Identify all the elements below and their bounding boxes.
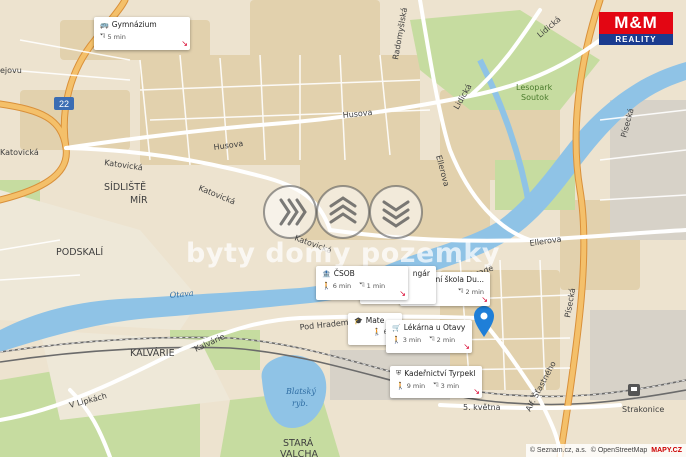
area-label: STARÁ: [283, 437, 314, 449]
arrow-icon: ↘: [481, 295, 488, 304]
car-icon: ⛠: [100, 32, 106, 40]
poi-card-gymnazium[interactable]: 🚌 Gymnázium ⛠ 5 min ↘: [94, 17, 190, 50]
watermark-text: byty domy pozemky: [186, 238, 500, 269]
logo-bottom-text: REALITY: [599, 34, 673, 45]
pond-label: Blatský: [285, 387, 316, 396]
pond-label: ryb.: [292, 399, 308, 408]
svg-text:22: 22: [59, 99, 69, 109]
car-icon: ⛠: [429, 335, 435, 343]
poi-walk-time: 6 min: [332, 281, 352, 290]
area-label: VALCHA: [280, 449, 318, 457]
arrow-icon: ↘: [399, 289, 406, 298]
area-label: MÍR: [130, 194, 148, 206]
poi-car-time: 3 min: [440, 381, 460, 390]
poi-name: Lékárna u Otavy: [403, 323, 466, 332]
park-label: Soutok: [521, 93, 549, 102]
bus-icon: 🚌: [100, 20, 109, 29]
area-label: Strakonice: [622, 405, 664, 414]
arrow-icon: ↘: [473, 387, 480, 396]
street-label: 5. května: [463, 403, 501, 412]
arrow-icon: ↘: [463, 342, 470, 351]
street-label: Katovická: [0, 148, 39, 157]
poi-card-lekarna[interactable]: 🛒 Lékárna u Otavy 🚶 3 min ⛠ 2 min ↘: [386, 320, 472, 353]
person-icon: ⛨: [396, 369, 402, 377]
poi-card-kadernictvi[interactable]: ⛨ Kadeřnictví Tyrpekl 🚶 9 min ⛠ 3 min ↘: [390, 366, 482, 398]
walk-icon: 🚶: [396, 381, 405, 390]
poi-card-csob[interactable]: 🏦 ČSOB 🚶 6 min ⛠ 1 min ↘: [316, 266, 408, 300]
bank-icon: 🏦: [322, 269, 331, 278]
logo-top-text: M&M: [599, 12, 673, 34]
park-label: Lesopark: [516, 83, 553, 92]
poi-name: Kadeřnictví Tyrpekl: [404, 369, 476, 378]
poi-name: Gymnázium: [111, 20, 157, 29]
attribution-osm[interactable]: © OpenStreetMap: [591, 444, 648, 457]
poi-car-time: 1 min: [366, 281, 386, 290]
street-label: ejovu: [0, 66, 22, 75]
walk-icon: 🚶: [392, 335, 401, 344]
poi-name: dní škola Du...: [430, 275, 484, 284]
poi-name: ČSOB: [333, 269, 355, 278]
school-icon: 🎓: [354, 316, 363, 325]
attribution-seznam[interactable]: © Seznam.cz, a.s.: [530, 444, 587, 457]
mapy-logo[interactable]: MAPY.CZ: [651, 444, 682, 457]
car-icon: ⛠: [433, 381, 439, 389]
car-icon: ⛠: [458, 287, 464, 295]
walk-icon: 🚶: [372, 328, 382, 336]
poi-car-time: 2 min: [436, 335, 456, 344]
train-station-icon: [628, 384, 640, 396]
arrow-icon: ↘: [181, 39, 188, 48]
map-attribution: © Seznam.cz, a.s. © OpenStreetMap MAPY.C…: [525, 444, 686, 457]
poi-name: ngár: [412, 269, 430, 278]
walk-icon: 🚶: [322, 281, 331, 290]
poi-walk-time: 9 min: [406, 381, 426, 390]
poi-name: Mate: [365, 316, 385, 325]
road-number-badge: 22: [54, 97, 74, 110]
cart-icon: 🛒: [392, 323, 401, 332]
car-icon: ⛠: [359, 281, 365, 289]
map-canvas[interactable]: 22 ejovu Katovická Katovická Katovická K…: [0, 0, 686, 457]
mm-reality-logo: M&M REALITY: [599, 12, 673, 46]
poi-walk-time: 3 min: [402, 335, 422, 344]
area-label: SÍDLIŠTĚ: [104, 181, 146, 193]
poi-car-time: 5 min: [107, 32, 126, 41]
area-label: KALVÁRIE: [130, 347, 175, 359]
